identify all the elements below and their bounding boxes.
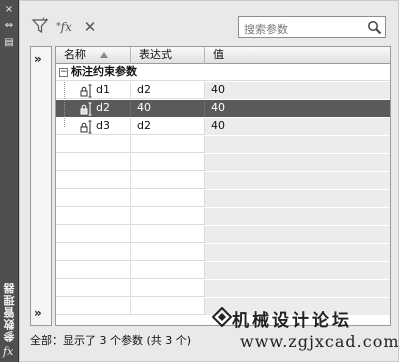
delete-icon[interactable]: ✕ (80, 17, 100, 37)
fx-palette-icon: fx (3, 345, 14, 358)
expression-cell[interactable]: d2 (131, 82, 205, 99)
table-row-selected[interactable]: d2 40 40 (56, 100, 390, 117)
value-cell: 40 (205, 82, 390, 99)
dimension-constraint-lock-icon (80, 101, 94, 116)
empty-row (56, 226, 390, 243)
empty-row (56, 154, 390, 171)
expand-filter-tree-bottom-icon[interactable]: » (34, 306, 50, 320)
expression-cell[interactable]: d2 (131, 118, 205, 135)
empty-row (56, 280, 390, 297)
autohide-icon[interactable]: ⇔ (2, 19, 16, 32)
name-cell[interactable]: d1 (56, 82, 131, 99)
value-cell: 40 (205, 100, 390, 117)
table-row[interactable]: d3 d2 40 (56, 118, 390, 135)
expression-cell[interactable]: 40 (131, 100, 205, 117)
properties-menu-icon[interactable]: ▤ (2, 36, 16, 49)
collapse-group-icon[interactable]: − (59, 68, 68, 77)
palette-title: 参数管理器 (3, 282, 16, 342)
grid-body: − 标注约束参数 d1 d2 40 d2 40 40 d3 d2 40 (56, 64, 390, 325)
forum-logo-icon (211, 306, 233, 328)
watermark-title: 机械设计论坛 (232, 311, 352, 331)
column-header-value[interactable]: 值 (205, 47, 390, 64)
palette-title-strip: × ⇔ ▤ 参数管理器 fx (0, 0, 19, 362)
dimension-constraint-lock-icon (80, 119, 94, 134)
status-text: 全部：显示了 3 个参数 (共 3 个) (30, 334, 192, 347)
parameters-manager-panel: *fx ✕ 搜索参数 » » 名称 表达式 值 − 标注约束参数 d1 d2 4… (19, 0, 399, 362)
search-input[interactable]: 搜索参数 (238, 16, 386, 38)
column-header-name[interactable]: 名称 (56, 47, 131, 64)
parameters-grid: 名称 表达式 值 − 标注约束参数 d1 d2 40 d2 40 40 d3 d… (55, 46, 391, 326)
empty-row (56, 136, 390, 153)
empty-row (56, 172, 390, 189)
empty-row (56, 208, 390, 225)
dimension-constraint-lock-icon (80, 83, 94, 98)
tree-connector (64, 118, 65, 127)
expand-filter-tree-icon[interactable]: » (34, 52, 50, 66)
tree-connector (64, 82, 65, 99)
empty-row (56, 244, 390, 261)
close-palette-icon[interactable]: × (2, 3, 16, 16)
group-label: 标注约束参数 (71, 65, 137, 78)
name-cell[interactable]: d3 (56, 118, 131, 135)
value-cell: 40 (205, 118, 390, 135)
watermark-url: www.zgjxcad.com (240, 332, 399, 351)
tree-connector (64, 100, 65, 117)
empty-row (56, 190, 390, 207)
name-cell[interactable]: d2 (56, 100, 131, 117)
group-row-dimensional-constraints[interactable]: − 标注约束参数 (56, 64, 390, 81)
filter-tree-pane: » » (30, 46, 52, 326)
table-row[interactable]: d1 d2 40 (56, 82, 390, 99)
search-placeholder: 搜索参数 (244, 23, 288, 36)
search-icon[interactable] (367, 20, 382, 35)
sort-ascending-icon (100, 52, 108, 58)
column-header-expression[interactable]: 表达式 (131, 47, 205, 64)
new-user-parameter-fx-icon[interactable]: *fx (54, 17, 74, 37)
empty-row (56, 262, 390, 279)
filter-icon[interactable] (30, 17, 50, 37)
grid-header: 名称 表达式 值 (56, 47, 390, 64)
